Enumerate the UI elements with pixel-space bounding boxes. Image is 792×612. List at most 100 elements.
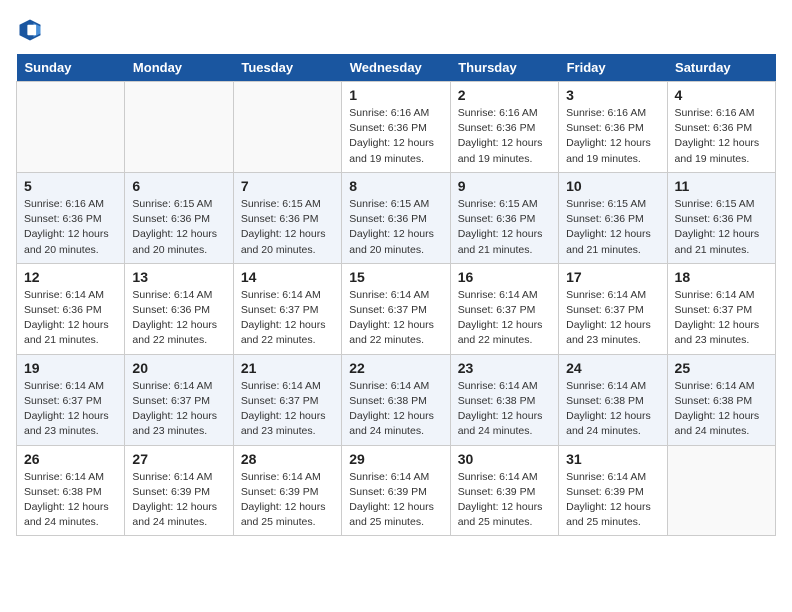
calendar-cell: 29 Sunrise: 6:14 AMSunset: 6:39 PMDayligh… — [342, 445, 450, 536]
day-info: Sunrise: 6:14 AMSunset: 6:38 PMDaylight:… — [675, 379, 768, 440]
day-number: 15 — [349, 269, 442, 285]
calendar-header-row: SundayMondayTuesdayWednesdayThursdayFrid… — [17, 54, 776, 82]
day-number: 18 — [675, 269, 768, 285]
day-info: Sunrise: 6:15 AMSunset: 6:36 PMDaylight:… — [675, 197, 768, 258]
day-number: 4 — [675, 87, 768, 103]
calendar-cell — [125, 82, 233, 173]
day-info: Sunrise: 6:16 AMSunset: 6:36 PMDaylight:… — [24, 197, 117, 258]
day-number: 21 — [241, 360, 334, 376]
calendar-cell: 17 Sunrise: 6:14 AMSunset: 6:37 PMDayligh… — [559, 263, 667, 354]
calendar-cell: 8Sunrise: 6:15 AMSunset: 6:36 PMDaylight… — [342, 172, 450, 263]
calendar-cell: 27 Sunrise: 6:14 AMSunset: 6:39 PMDayligh… — [125, 445, 233, 536]
calendar-cell: 5 Sunrise: 6:16 AMSunset: 6:36 PMDaylight… — [17, 172, 125, 263]
day-number: 29 — [349, 451, 442, 467]
calendar-table: SundayMondayTuesdayWednesdayThursdayFrid… — [16, 54, 776, 536]
weekday-header-thursday: Thursday — [450, 54, 558, 82]
day-info: Sunrise: 6:14 AMSunset: 6:36 PMDaylight:… — [132, 288, 225, 349]
calendar-week-4: 19 Sunrise: 6:14 AMSunset: 6:37 PMDayligh… — [17, 354, 776, 445]
calendar-cell: 6 Sunrise: 6:15 AMSunset: 6:36 PMDaylight… — [125, 172, 233, 263]
weekday-header-monday: Monday — [125, 54, 233, 82]
day-number: 11 — [675, 178, 768, 194]
day-info: Sunrise: 6:14 AMSunset: 6:39 PMDaylight:… — [241, 470, 334, 531]
day-info: Sunrise: 6:16 AMSunset: 6:36 PMDaylight:… — [458, 106, 551, 167]
day-number: 2 — [458, 87, 551, 103]
day-number: 22 — [349, 360, 442, 376]
day-number: 25 — [675, 360, 768, 376]
day-number: 23 — [458, 360, 551, 376]
day-info: Sunrise: 6:14 AMSunset: 6:39 PMDaylight:… — [132, 470, 225, 531]
calendar-cell: 19 Sunrise: 6:14 AMSunset: 6:37 PMDayligh… — [17, 354, 125, 445]
day-number: 3 — [566, 87, 659, 103]
weekday-header-wednesday: Wednesday — [342, 54, 450, 82]
day-info: Sunrise: 6:14 AMSunset: 6:37 PMDaylight:… — [458, 288, 551, 349]
day-number: 14 — [241, 269, 334, 285]
day-number: 10 — [566, 178, 659, 194]
day-number: 1 — [349, 87, 442, 103]
day-number: 6 — [132, 178, 225, 194]
calendar-cell: 13 Sunrise: 6:14 AMSunset: 6:36 PMDayligh… — [125, 263, 233, 354]
day-info: Sunrise: 6:14 AMSunset: 6:38 PMDaylight:… — [458, 379, 551, 440]
day-info: Sunrise: 6:15 AMSunset: 6:36 PMDaylight:… — [241, 197, 334, 258]
calendar-cell: 31Sunrise: 6:14 AMSunset: 6:39 PMDayligh… — [559, 445, 667, 536]
calendar-cell: 25 Sunrise: 6:14 AMSunset: 6:38 PMDayligh… — [667, 354, 775, 445]
weekday-header-sunday: Sunday — [17, 54, 125, 82]
day-info: Sunrise: 6:15 AMSunset: 6:36 PMDaylight:… — [566, 197, 659, 258]
day-info: Sunrise: 6:15 AMSunset: 6:36 PMDaylight:… — [349, 197, 442, 258]
calendar-cell: 24Sunrise: 6:14 AMSunset: 6:38 PMDayligh… — [559, 354, 667, 445]
day-number: 28 — [241, 451, 334, 467]
day-number: 20 — [132, 360, 225, 376]
day-info: Sunrise: 6:14 AMSunset: 6:37 PMDaylight:… — [566, 288, 659, 349]
calendar-cell: 23 Sunrise: 6:14 AMSunset: 6:38 PMDayligh… — [450, 354, 558, 445]
calendar-week-5: 26 Sunrise: 6:14 AMSunset: 6:38 PMDayligh… — [17, 445, 776, 536]
calendar-cell: 26 Sunrise: 6:14 AMSunset: 6:38 PMDayligh… — [17, 445, 125, 536]
calendar-week-3: 12 Sunrise: 6:14 AMSunset: 6:36 PMDayligh… — [17, 263, 776, 354]
day-number: 27 — [132, 451, 225, 467]
day-number: 12 — [24, 269, 117, 285]
calendar-cell: 7Sunrise: 6:15 AMSunset: 6:36 PMDaylight… — [233, 172, 341, 263]
day-info: Sunrise: 6:14 AMSunset: 6:37 PMDaylight:… — [349, 288, 442, 349]
day-info: Sunrise: 6:16 AMSunset: 6:36 PMDaylight:… — [349, 106, 442, 167]
day-info: Sunrise: 6:14 AMSunset: 6:38 PMDaylight:… — [349, 379, 442, 440]
weekday-header-saturday: Saturday — [667, 54, 775, 82]
day-number: 9 — [458, 178, 551, 194]
day-info: Sunrise: 6:14 AMSunset: 6:39 PMDaylight:… — [349, 470, 442, 531]
day-info: Sunrise: 6:14 AMSunset: 6:37 PMDaylight:… — [24, 379, 117, 440]
calendar-cell: 1 Sunrise: 6:16 AMSunset: 6:36 PMDaylight… — [342, 82, 450, 173]
day-number: 13 — [132, 269, 225, 285]
day-info: Sunrise: 6:15 AMSunset: 6:36 PMDaylight:… — [458, 197, 551, 258]
day-number: 17 — [566, 269, 659, 285]
day-info: Sunrise: 6:14 AMSunset: 6:39 PMDaylight:… — [458, 470, 551, 531]
calendar-cell: 15 Sunrise: 6:14 AMSunset: 6:37 PMDayligh… — [342, 263, 450, 354]
calendar-week-1: 1 Sunrise: 6:16 AMSunset: 6:36 PMDaylight… — [17, 82, 776, 173]
calendar-cell: 22 Sunrise: 6:14 AMSunset: 6:38 PMDayligh… — [342, 354, 450, 445]
day-info: Sunrise: 6:15 AMSunset: 6:36 PMDaylight:… — [132, 197, 225, 258]
day-info: Sunrise: 6:14 AMSunset: 6:37 PMDaylight:… — [675, 288, 768, 349]
day-number: 19 — [24, 360, 117, 376]
day-number: 5 — [24, 178, 117, 194]
logo — [16, 16, 48, 44]
day-number: 16 — [458, 269, 551, 285]
calendar-cell: 14 Sunrise: 6:14 AMSunset: 6:37 PMDayligh… — [233, 263, 341, 354]
calendar-cell: 9 Sunrise: 6:15 AMSunset: 6:36 PMDaylight… — [450, 172, 558, 263]
day-number: 26 — [24, 451, 117, 467]
day-info: Sunrise: 6:14 AMSunset: 6:37 PMDaylight:… — [241, 379, 334, 440]
day-info: Sunrise: 6:14 AMSunset: 6:38 PMDaylight:… — [566, 379, 659, 440]
calendar-cell: 20Sunrise: 6:14 AMSunset: 6:37 PMDayligh… — [125, 354, 233, 445]
calendar-cell — [233, 82, 341, 173]
logo-icon — [16, 16, 44, 44]
day-number: 30 — [458, 451, 551, 467]
page-header — [16, 16, 776, 44]
calendar-cell — [667, 445, 775, 536]
calendar-cell: 11 Sunrise: 6:15 AMSunset: 6:36 PMDayligh… — [667, 172, 775, 263]
calendar-week-2: 5 Sunrise: 6:16 AMSunset: 6:36 PMDaylight… — [17, 172, 776, 263]
calendar-cell: 12Sunrise: 6:14 AMSunset: 6:36 PMDayligh… — [17, 263, 125, 354]
day-info: Sunrise: 6:14 AMSunset: 6:37 PMDaylight:… — [241, 288, 334, 349]
calendar-cell: 10 Sunrise: 6:15 AMSunset: 6:36 PMDayligh… — [559, 172, 667, 263]
day-info: Sunrise: 6:14 AMSunset: 6:38 PMDaylight:… — [24, 470, 117, 531]
weekday-header-friday: Friday — [559, 54, 667, 82]
calendar-cell: 18 Sunrise: 6:14 AMSunset: 6:37 PMDayligh… — [667, 263, 775, 354]
day-info: Sunrise: 6:16 AMSunset: 6:36 PMDaylight:… — [566, 106, 659, 167]
calendar-cell: 3 Sunrise: 6:16 AMSunset: 6:36 PMDaylight… — [559, 82, 667, 173]
calendar-cell — [17, 82, 125, 173]
calendar-cell: 30 Sunrise: 6:14 AMSunset: 6:39 PMDayligh… — [450, 445, 558, 536]
